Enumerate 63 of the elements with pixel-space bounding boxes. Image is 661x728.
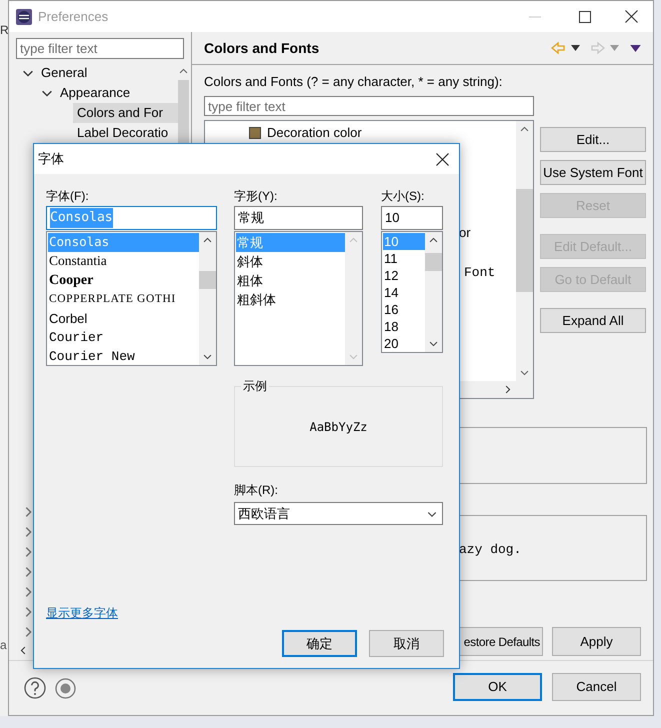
tree-item[interactable]: Font: [464, 263, 496, 283]
cancel-button[interactable]: 取消: [369, 630, 444, 657]
list-item[interactable]: 粗体: [236, 271, 345, 290]
filter-label: Colors and Fonts (? = any character, * = any string):: [204, 74, 504, 90]
window-text: a: [0, 638, 8, 652]
preview-text: azy dog.: [459, 542, 522, 557]
tree-item[interactable]: General: [40, 63, 88, 83]
tree-item[interactable]: Label Decoratio: [73, 123, 178, 143]
tree-item[interactable]: or: [459, 223, 471, 243]
list-item[interactable]: 16: [383, 301, 425, 318]
text-field[interactable]: 常规: [234, 206, 363, 230]
menu-caret-icon[interactable]: [630, 44, 641, 52]
close-icon[interactable]: [436, 152, 449, 166]
action-button[interactable]: Expand All: [540, 308, 646, 333]
list-item[interactable]: 11: [383, 250, 425, 267]
list-item[interactable]: Courier: [48, 328, 199, 347]
window-title: Preferences: [38, 8, 108, 26]
field-label: 大小(S):: [381, 188, 426, 204]
vertical-scrollbar[interactable]: [199, 232, 216, 365]
app-icon: [16, 8, 32, 24]
sample-label: 示例: [241, 378, 269, 394]
list-item[interactable]: Corbel: [48, 309, 199, 328]
list-item[interactable]: 斜体: [236, 252, 345, 271]
action-button[interactable]: Edit...: [540, 127, 646, 152]
filter-field[interactable]: type filter text: [204, 96, 534, 116]
more-fonts-link[interactable]: 显示更多字体: [46, 604, 118, 622]
list-item[interactable]: Constantia: [48, 252, 199, 271]
window-text: R: [0, 23, 8, 37]
list-item[interactable]: Courier New: [48, 347, 199, 366]
script-dropdown[interactable]: 西欧语言: [234, 502, 443, 525]
list-item[interactable]: 12: [383, 267, 425, 284]
apply-button[interactable]: Apply: [552, 627, 641, 656]
ok-button[interactable]: OK: [453, 673, 542, 701]
tree-item[interactable]: Appearance: [59, 83, 132, 103]
text-field[interactable]: 10: [381, 206, 443, 230]
list-item[interactable]: 20: [383, 335, 425, 352]
vertical-scrollbar[interactable]: [516, 121, 533, 381]
list-item[interactable]: 粗斜体: [236, 290, 345, 309]
page-title: Colors and Fonts: [204, 38, 320, 58]
record-icon[interactable]: [55, 678, 76, 698]
help-icon[interactable]: [24, 677, 46, 699]
close-icon[interactable]: [625, 10, 638, 23]
tree-item[interactable]: Decoration color: [267, 123, 362, 143]
dialog-title: 字体: [38, 150, 64, 168]
scroll-thumb[interactable]: [516, 189, 533, 292]
filter-field[interactable]: type filter text: [16, 38, 184, 59]
field-label: 脚本(R):: [234, 482, 279, 498]
maximize-icon[interactable]: [579, 10, 591, 22]
list-item[interactable]: COPPERPLATE GOTHI: [48, 290, 199, 309]
tree-item[interactable]: Colors and For: [73, 103, 178, 123]
confirm-button[interactable]: 确定: [282, 630, 357, 657]
vertical-scrollbar[interactable]: [425, 232, 442, 352]
list-item[interactable]: 14: [383, 284, 425, 301]
list-item[interactable]: Cooper: [48, 271, 199, 290]
sample-text: AaBbYyZz: [310, 418, 368, 436]
dropdown-caret-icon[interactable]: [571, 45, 580, 51]
field-label: 字体(F):: [46, 188, 90, 204]
list-item[interactable]: 18: [383, 318, 425, 335]
cancel-button[interactable]: Cancel: [552, 673, 641, 701]
field-label: 字形(Y):: [234, 188, 278, 204]
action-button[interactable]: Use System Font: [540, 160, 646, 185]
scroll-thumb[interactable]: [425, 253, 442, 271]
scroll-thumb[interactable]: [199, 271, 216, 289]
